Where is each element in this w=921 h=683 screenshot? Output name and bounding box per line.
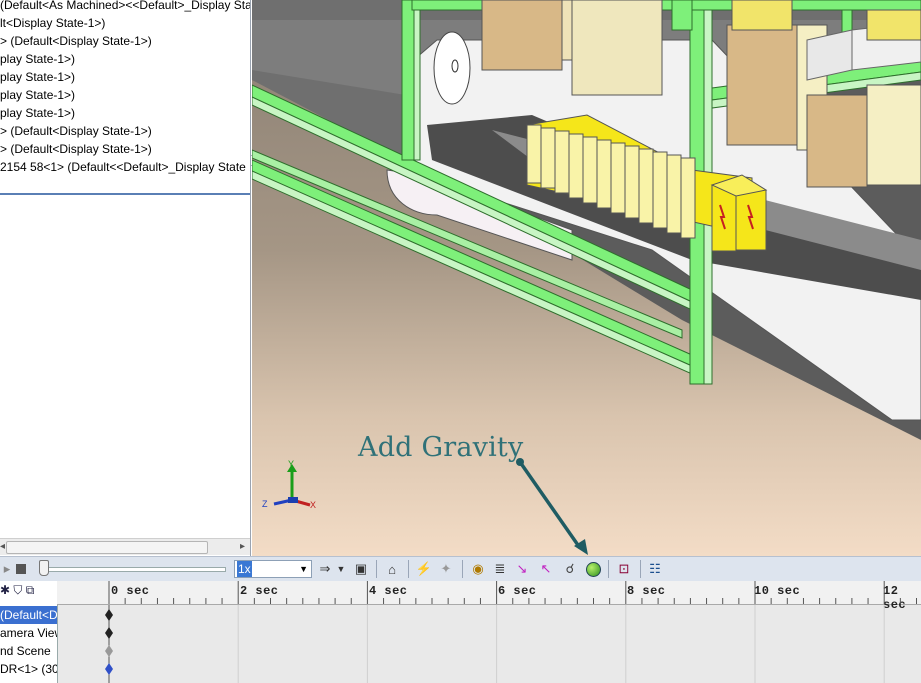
conveyor-scene: Y X Z	[252, 0, 921, 555]
force-button[interactable]: ↖	[536, 560, 556, 578]
tree-filter-icons[interactable]: ✱ ⛉ ⧉	[0, 583, 57, 599]
tree-item[interactable]: 2154 58<1> (Default<<Default>_Display St…	[0, 158, 250, 176]
playback-mode-button[interactable]: ⇒	[316, 560, 334, 578]
animation-wizard-button[interactable]: ⌂	[382, 560, 402, 578]
tree-item[interactable]: > (Default<Display State-1>)	[0, 32, 152, 50]
toolbar-separator	[640, 560, 641, 578]
toolbar-separator	[408, 560, 409, 578]
contact-button[interactable]: ☌	[560, 560, 580, 578]
motor-button[interactable]: ◉	[468, 560, 488, 578]
playback-slider-thumb[interactable]	[39, 560, 49, 576]
save-icon: ▣	[354, 561, 368, 576]
timeline-ruler[interactable]: 0 sec 2 sec 4 sec 6 sec 8 sec 10 sec 12 …	[57, 581, 921, 612]
arrow-right-icon: ⇒	[319, 561, 331, 576]
tree-item[interactable]: play State-1>)	[0, 50, 75, 68]
horizontal-scrollbar[interactable]: ◂ ▸	[0, 538, 250, 555]
tree-item[interactable]: lt<Display State-1>)	[0, 14, 105, 32]
tree-item[interactable]: play State-1>)	[0, 104, 75, 122]
timeline-row[interactable]: (Default<D	[0, 606, 57, 624]
key-point	[105, 627, 113, 639]
damper-button[interactable]: ↘	[512, 560, 532, 578]
carton	[571, 0, 663, 96]
tree-item[interactable]: play State-1>)	[0, 68, 75, 86]
stop-button[interactable]	[14, 560, 28, 578]
stop-icon	[16, 564, 26, 574]
autokey-button[interactable]: ⚡	[414, 560, 434, 578]
play-icon[interactable]: ▸	[2, 560, 12, 578]
scroll-right-icon[interactable]: ▸	[240, 540, 245, 554]
gravity-button[interactable]	[583, 560, 603, 578]
add-gravity-callout: Add Gravity	[358, 432, 524, 463]
timeline-grid[interactable]	[57, 605, 921, 683]
save-animation-button[interactable]: ▣	[352, 560, 370, 578]
key-point	[105, 663, 113, 675]
force-icon: ↖	[540, 561, 552, 576]
z-axis-label: Z	[262, 499, 268, 509]
wizard-icon: ⌂	[388, 561, 396, 577]
damper-icon: ↘	[516, 561, 528, 576]
chevron-down-icon: ▼	[299, 564, 308, 574]
contact-icon: ☌	[565, 561, 575, 576]
frame-post	[401, 0, 415, 161]
study-properties-button[interactable]: ☷	[645, 560, 665, 578]
results-plots-button[interactable]: ⊡	[613, 560, 635, 578]
tree-item[interactable]: > (Default<Display State-1>)	[0, 140, 152, 158]
timeline-row[interactable]: DR<1> (300	[0, 660, 57, 678]
tree-item[interactable]: play State-1>)	[0, 86, 75, 104]
scroll-left-icon[interactable]: ◂	[0, 540, 5, 554]
tree-item[interactable]: (Default<As Machined><<Default>_Display …	[0, 0, 250, 14]
chevron-down-icon: ▼	[336, 564, 346, 574]
ruler-ticks	[108, 581, 917, 604]
playback-slider[interactable]	[40, 567, 226, 572]
scrollbar-thumb[interactable]	[6, 541, 208, 554]
timeline-row[interactable]: amera View	[0, 624, 57, 642]
panel-divider[interactable]	[0, 193, 250, 195]
toolbar-separator	[462, 560, 463, 578]
feature-tree-panel: (Default<As Machined><<Default>_Display …	[0, 0, 251, 556]
coordinate-triad	[273, 464, 311, 507]
spring-button[interactable]: ≣	[490, 560, 510, 578]
results-icon: ⊡	[618, 561, 630, 576]
playback-mode-dropdown[interactable]: ▼	[336, 560, 346, 578]
tree-item[interactable]: > (Default<Display State-1>)	[0, 122, 152, 140]
motion-timeline: ✱ ⛉ ⧉ (Default<D amera View nd Scene DR<…	[0, 581, 921, 683]
toolbar-separator	[376, 560, 377, 578]
motor-icon: ◉	[472, 561, 484, 576]
properties-icon: ☷	[649, 561, 661, 576]
annotation-arrow	[516, 458, 588, 555]
playback-speed-value: 1x	[237, 561, 252, 577]
key-point	[105, 609, 113, 621]
key-icon: ⚡	[415, 561, 433, 576]
key-point	[105, 645, 113, 657]
toolbar-separator	[608, 560, 609, 578]
graphics-viewport[interactable]: Y X Z Add Gravity	[252, 0, 921, 556]
x-axis-label: X	[310, 500, 316, 510]
add-key-button[interactable]: ✦	[436, 560, 456, 578]
spring-icon: ≣	[494, 561, 506, 576]
carton	[726, 24, 798, 146]
motion-manager-tree: ✱ ⛉ ⧉ (Default<D amera View nd Scene DR<…	[0, 581, 58, 683]
add-key-icon: ✦	[440, 561, 452, 576]
motion-study-toolbar: ▸ 1x ▼ ⇒ ▼ ▣ ⌂ ⚡ ✦ ◉ ≣ ↘ ↖ ☌ ⊡ ☷	[0, 556, 921, 582]
playback-speed-select[interactable]: 1x ▼	[234, 560, 312, 578]
y-axis-label: Y	[288, 459, 294, 469]
timeline-row[interactable]: nd Scene	[0, 642, 51, 660]
gravity-icon	[585, 561, 601, 577]
